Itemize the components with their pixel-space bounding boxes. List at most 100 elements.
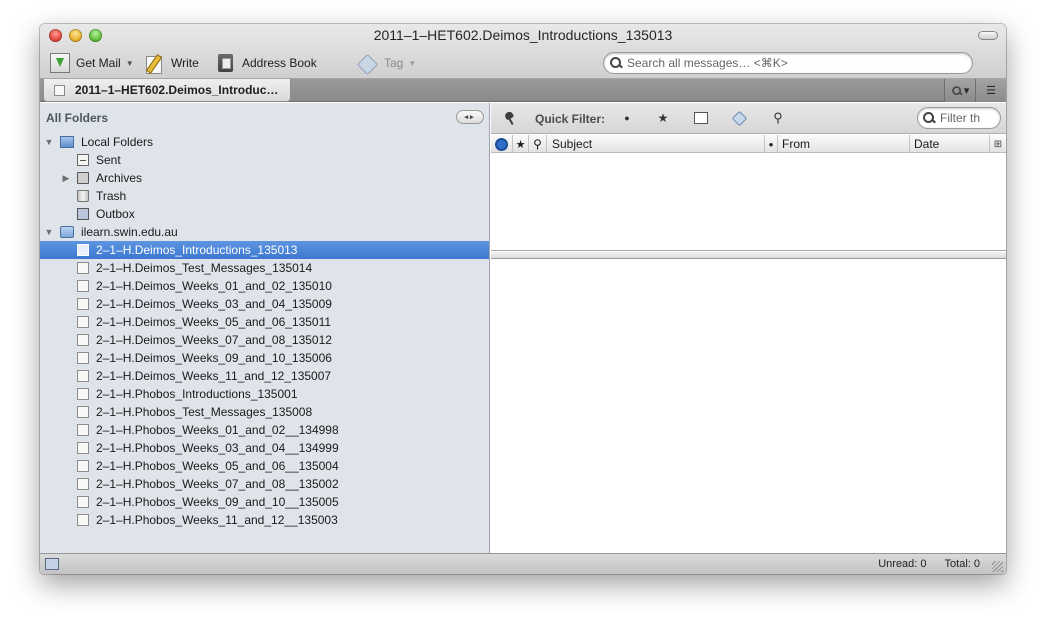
folder-pane-title[interactable]: All Folders [46,111,108,125]
message-pane [491,260,1006,553]
folder-label: 2–1–H.Phobos_Weeks_01_and_02__134998 [96,423,339,437]
subject-column-label: Subject [552,137,593,151]
star-filter-icon[interactable]: ★ [656,111,670,125]
folder-label: ilearn.swin.edu.au [81,225,178,239]
thunderbird-window: 2011–1–HET602.Deimos_Introductions_13501… [40,24,1006,574]
folder-item-sent[interactable]: Sent [40,151,489,169]
from-column[interactable]: From [778,135,910,153]
search-all-messages-input[interactable]: Search all messages… <⌘K> [603,52,973,74]
unread-column[interactable]: ● [765,135,778,153]
folder-icon [77,406,89,418]
unread-dot-icon: ● [768,139,774,149]
pin-icon[interactable] [503,111,517,125]
folder-item[interactable]: 2–1–H.Deimos_Weeks_09_and_10_135006 [40,349,489,367]
folder-item[interactable]: 2–1–H.Deimos_Weeks_03_and_04_135009 [40,295,489,313]
unread-filter-icon[interactable]: ● [620,111,634,125]
folder-icon [77,352,89,364]
tag-filter-icon[interactable] [732,111,746,125]
folder-item[interactable]: 2–1–H.Phobos_Weeks_09_and_10__135005 [40,493,489,511]
tag-dropdown-icon: ▼ [408,58,417,68]
total-count: Total: 0 [944,558,980,570]
search-icon [610,57,622,69]
quick-filter-bar: Quick Filter: ● ★ ⚲ Filter th [491,103,1006,134]
folder-item[interactable]: 2–1–H.Deimos_Test_Messages_135014 [40,259,489,277]
attachment-icon: ⚲ [533,137,542,151]
folder-label: 2–1–H.Deimos_Test_Messages_135014 [96,261,313,275]
folder-item-trash[interactable]: Trash [40,187,489,205]
folder-label: Sent [96,153,121,167]
folder-icon [77,334,89,346]
folder-item[interactable]: 2–1–H.Deimos_Weeks_07_and_08_135012 [40,331,489,349]
folder-label: Archives [96,171,143,185]
folder-item[interactable]: 2–1–H.Phobos_Weeks_03_and_04__134999 [40,439,489,457]
tag-button[interactable]: Tag ▼ [358,52,416,74]
collapse-icon[interactable]: ▼ [44,227,54,237]
thread-column-header: ★ ⚲ Subject ● From Date ⊞ [491,135,1006,153]
collapse-icon[interactable]: ▼ [44,137,54,147]
quick-filter-input[interactable]: Filter th [917,107,1001,129]
filter-placeholder: Filter th [940,111,981,125]
get-mail-button[interactable]: Get Mail ▼ [50,52,134,74]
tab-list-button[interactable]: ☰ [975,79,1006,102]
sent-icon [77,154,89,166]
resize-grip[interactable] [992,561,1003,572]
folder-label: 2–1–H.Phobos_Introductions_135001 [96,387,298,401]
attachment-column[interactable]: ⚲ [529,135,547,153]
address-book-button[interactable]: Address Book [216,52,317,74]
folder-label: 2–1–H.Deimos_Weeks_09_and_10_135006 [96,351,332,365]
folder-icon [77,280,89,292]
folder-item-outbox[interactable]: Outbox [40,205,489,223]
write-button[interactable]: Write [145,52,199,74]
tab-label: 2011–1–HET602.Deimos_Introduc… [75,83,279,97]
star-column[interactable]: ★ [513,135,529,153]
folder-view-toggle[interactable]: ◂▸ [456,110,484,124]
folder-item[interactable]: 2–1–H.Phobos_Introductions_135001 [40,385,489,403]
get-mail-dropdown-icon[interactable]: ▼ [126,59,134,68]
folder-item-account[interactable]: ▼ ilearn.swin.edu.au [40,223,489,241]
folder-item-archives[interactable]: ▶ Archives [40,169,489,187]
folder-icon [54,84,65,96]
folder-label: 2–1–H.Phobos_Weeks_11_and_12__135003 [96,513,338,527]
pane-splitter[interactable] [491,252,1006,259]
folder-pane-header: All Folders ◂▸ [40,103,489,133]
folder-icon [77,514,89,526]
address-book-icon [216,53,236,73]
attachment-filter-icon[interactable]: ⚲ [771,110,785,125]
thread-column[interactable] [491,135,513,153]
folder-item[interactable]: 2–1–H.Phobos_Test_Messages_135008 [40,403,489,421]
folder-item[interactable]: 2–1–H.Phobos_Weeks_01_and_02__134998 [40,421,489,439]
tag-icon [358,53,378,73]
folder-item[interactable]: 2–1–H.Deimos_Weeks_11_and_12_135007 [40,367,489,385]
folder-item[interactable]: 2–1–H.Phobos_Weeks_11_and_12__135003 [40,511,489,529]
folder-item[interactable]: 2–1–H.Deimos_Weeks_01_and_02_135010 [40,277,489,295]
unread-count: Unread: 0 [878,558,927,570]
tag-label: Tag [384,56,404,70]
folder-icon [77,388,89,400]
toolbar-toggle-button[interactable] [978,31,998,40]
folder-item[interactable]: 2–1–H.Phobos_Weeks_07_and_08__135002 [40,475,489,493]
date-column[interactable]: Date [910,135,990,153]
subject-column[interactable]: Subject [547,135,765,153]
folder-label: 2–1–H.Deimos_Weeks_01_and_02_135010 [96,279,332,293]
contact-filter-icon[interactable] [694,111,708,125]
online-status-icon[interactable] [45,558,59,570]
thread-list[interactable] [491,154,1006,251]
window-title: 2011–1–HET602.Deimos_Introductions_13501… [373,27,673,43]
tab-list-icon: ☰ [986,85,996,97]
column-picker-icon: ⊞ [993,138,1003,150]
search-dropdown-button[interactable]: ▾ [944,79,975,102]
folder-item[interactable]: 2–1–H.Deimos_Introductions_135013 [40,241,489,259]
tab-folder[interactable]: 2011–1–HET602.Deimos_Introduc… [43,79,291,102]
column-picker-button[interactable]: ⊞ [990,135,1006,153]
expand-icon[interactable]: ▶ [61,173,71,184]
quick-filter-label: Quick Filter: [535,112,606,126]
folder-label: Local Folders [81,135,154,149]
archive-icon [77,172,89,184]
tab-bar: 2011–1–HET602.Deimos_Introduc… ▾ ☰ [40,79,1006,102]
folder-item-local-folders[interactable]: ▼ Local Folders [40,133,489,151]
local-folders-icon [60,136,74,148]
write-label: Write [171,56,199,70]
folder-item[interactable]: 2–1–H.Deimos_Weeks_05_and_06_135011 [40,313,489,331]
folder-item[interactable]: 2–1–H.Phobos_Weeks_05_and_06__135004 [40,457,489,475]
search-icon [923,112,935,124]
